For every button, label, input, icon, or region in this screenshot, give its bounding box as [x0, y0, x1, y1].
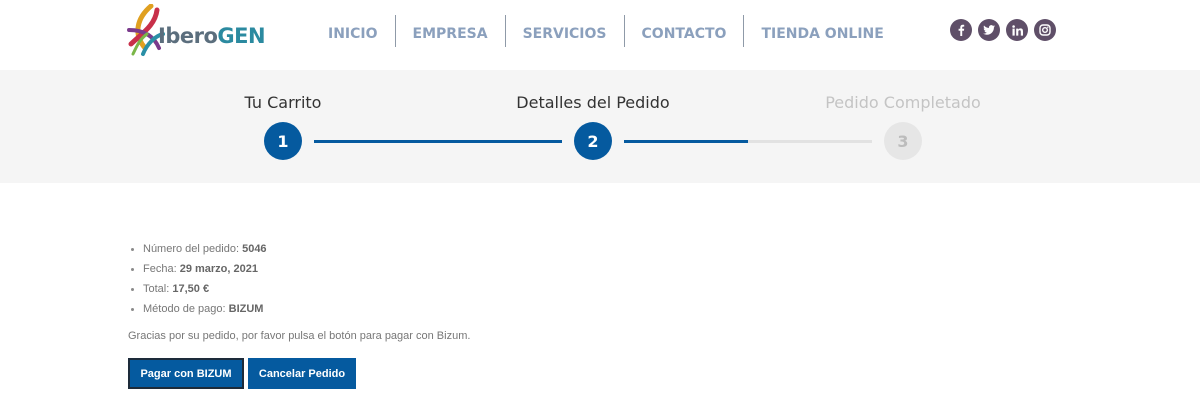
order-total-item: Total: 17,50 €: [128, 279, 828, 299]
order-number-label: Número del pedido:: [143, 243, 240, 255]
site-header: IberoGEN INICIO EMPRESA SERVICIOS CONTAC…: [0, 0, 1200, 70]
nav-item-inicio[interactable]: INICIO: [311, 15, 395, 47]
brand-wordmark: IberoGEN: [158, 24, 266, 48]
twitter-icon[interactable]: [978, 19, 1000, 41]
main-nav: INICIO EMPRESA SERVICIOS CONTACTO TIENDA…: [311, 15, 901, 47]
checkout-progress: Tu Carrito Detalles del Pedido Pedido Co…: [0, 70, 1200, 183]
brand-prefix: Ibero: [158, 24, 218, 48]
linkedin-icon[interactable]: [1006, 19, 1028, 41]
step-label-complete: Pedido Completado: [825, 93, 981, 112]
nav-item-tienda-online[interactable]: TIENDA ONLINE: [743, 15, 900, 47]
order-number-value: 5046: [242, 243, 267, 255]
payment-method-value: BIZUM: [228, 303, 264, 315]
nav-item-servicios[interactable]: SERVICIOS: [504, 15, 624, 47]
nav-item-empresa[interactable]: EMPRESA: [394, 15, 505, 47]
cancel-order-button[interactable]: Cancelar Pedido: [248, 358, 356, 389]
order-date-label: Fecha:: [143, 263, 177, 275]
order-date-value: 29 marzo, 2021: [179, 263, 258, 275]
order-total-value: 17,50 €: [172, 283, 210, 295]
payment-method-label: Método de pago:: [143, 303, 226, 315]
order-date-item: Fecha: 29 marzo, 2021: [128, 259, 828, 279]
thank-you-message: Gracias por su pedido, por favor pulsa e…: [128, 330, 471, 342]
step-circle-1: 1: [264, 122, 302, 160]
brand-suffix: GEN: [217, 24, 266, 48]
social-links: [950, 19, 1056, 41]
step-circle-2: 2: [574, 122, 612, 160]
step-connector-1: [314, 140, 562, 143]
nav-item-contacto[interactable]: CONTACTO: [623, 15, 744, 47]
order-summary: Número del pedido: 5046 Fecha: 29 marzo,…: [128, 239, 828, 389]
brand-logo[interactable]: IberoGEN: [127, 4, 287, 60]
order-number-item: Número del pedido: 5046: [128, 239, 828, 259]
order-total-label: Total:: [143, 283, 170, 295]
payment-method-item: Método de pago: BIZUM: [128, 299, 828, 319]
pay-bizum-button[interactable]: Pagar con BIZUM: [128, 358, 244, 389]
step-label-cart: Tu Carrito: [244, 93, 322, 112]
step-connector-2-progress: [624, 140, 748, 143]
facebook-icon[interactable]: [950, 19, 972, 41]
instagram-icon[interactable]: [1034, 19, 1056, 41]
order-actions: Pagar con BIZUM Cancelar Pedido: [128, 358, 828, 389]
step-label-details: Detalles del Pedido: [516, 93, 670, 112]
order-details-list: Número del pedido: 5046 Fecha: 29 marzo,…: [128, 239, 828, 319]
step-circle-3: 3: [884, 122, 922, 160]
